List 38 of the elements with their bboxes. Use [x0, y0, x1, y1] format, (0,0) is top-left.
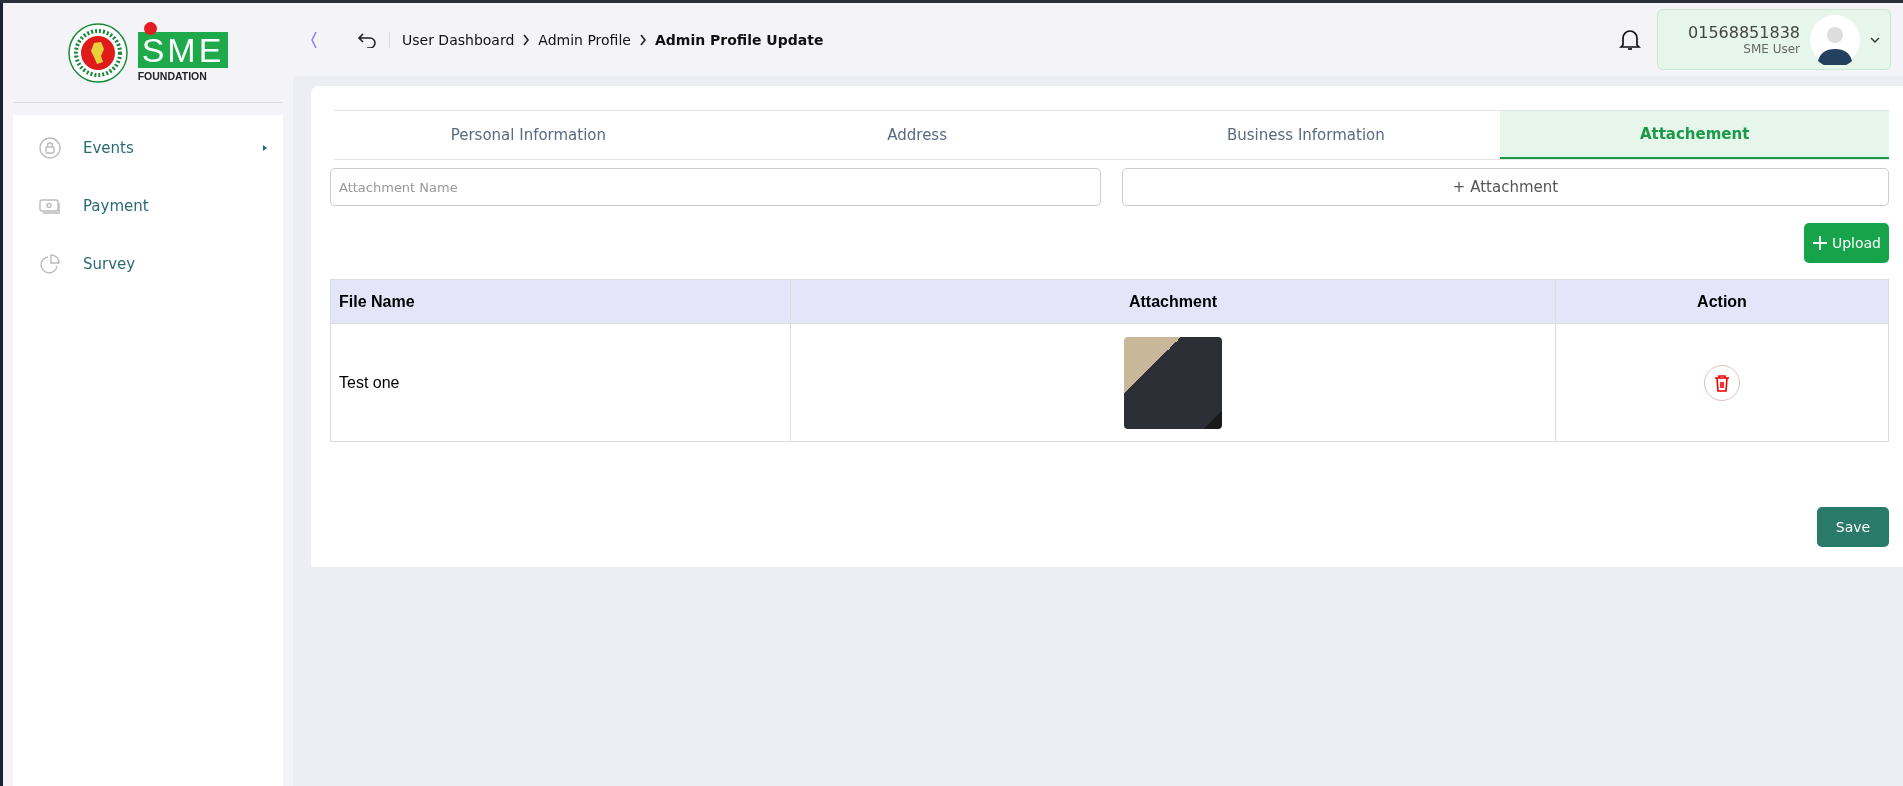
user-role: SME User [1743, 42, 1800, 56]
pie-chart-icon [39, 253, 61, 275]
back-icon[interactable] [357, 31, 390, 48]
caret-icon [1870, 36, 1880, 43]
trash-icon [1714, 373, 1730, 392]
user-menu[interactable]: 01568851838 SME User [1657, 9, 1891, 70]
upload-button[interactable]: Upload [1803, 223, 1889, 263]
table-cell: Test one [330, 323, 791, 442]
breadcrumb-link[interactable]: Admin Profile [538, 31, 631, 48]
attachment-name-field[interactable]: Attachment Name [330, 168, 1101, 206]
avatar-icon [1810, 14, 1860, 65]
chevron-icon [261, 144, 269, 152]
save-button[interactable]: Save [1817, 507, 1889, 547]
tab[interactable]: Personal Information [334, 111, 723, 159]
add-attachment-button[interactable]: + Attachment [1122, 168, 1889, 206]
tab[interactable]: Business Information [1111, 111, 1501, 159]
collapse-icon[interactable] [309, 29, 319, 50]
column-header: Attachment [790, 279, 1556, 324]
emblem-icon [67, 22, 128, 83]
tab[interactable]: Address [722, 111, 1112, 159]
sidebar-item[interactable]: Payment [13, 177, 283, 235]
dot-icon [143, 21, 157, 35]
sidebar-item[interactable]: Events [13, 119, 283, 177]
plus-icon [1811, 235, 1828, 251]
lock-icon [39, 137, 61, 159]
user-phone: 01568851838 [1688, 23, 1800, 42]
column-header: Action [1555, 279, 1889, 324]
breadcrumb-link[interactable]: User Dashboard [402, 31, 515, 48]
breadcrumb-link[interactable]: Admin Profile Update [654, 31, 824, 48]
logo-subtitle: FOUNDATION [137, 69, 207, 82]
logo-text: SME [137, 31, 229, 68]
column-header: File Name [330, 279, 791, 324]
chevron-icon [638, 33, 647, 46]
notification-bell-icon[interactable] [1619, 27, 1641, 52]
chevron-icon [522, 33, 531, 46]
tab[interactable]: Attachement [1500, 111, 1889, 159]
sidebar-item[interactable]: Survey [13, 235, 283, 293]
delete-button[interactable] [1704, 364, 1740, 401]
